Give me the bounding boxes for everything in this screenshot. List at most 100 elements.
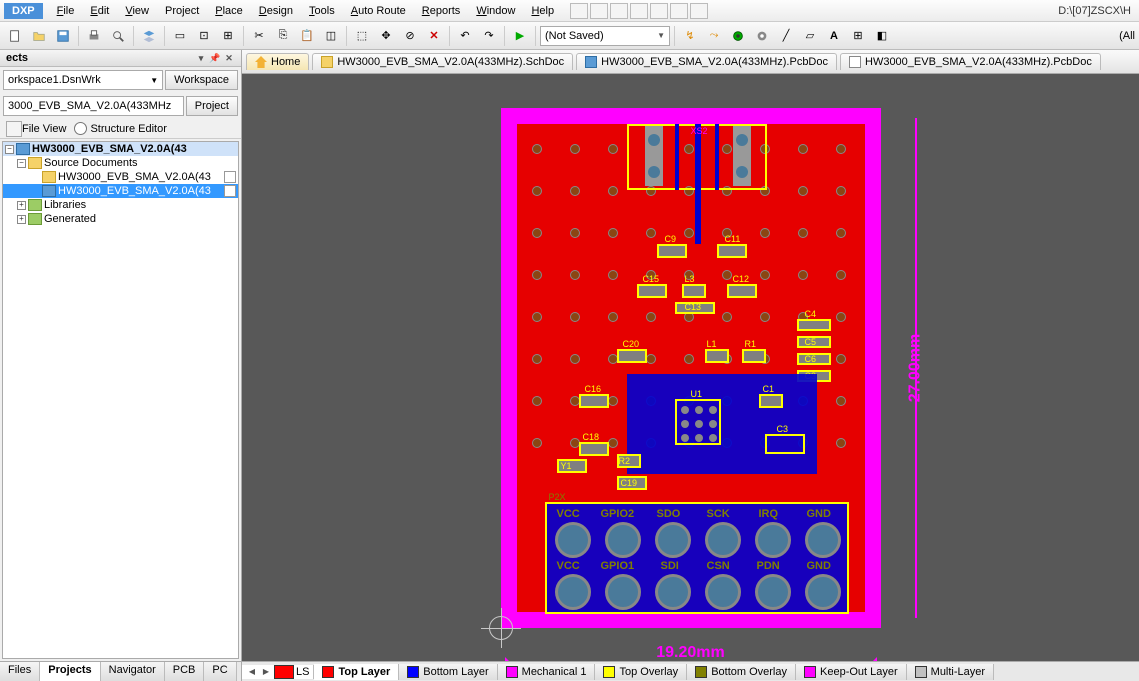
doc-tab-sch[interactable]: HW3000_EVB_SMA_V2.0A(433MHz).SchDoc: [312, 53, 573, 70]
tool-comp[interactable]: ◧: [871, 25, 893, 47]
document-tabs: Home HW3000_EVB_SMA_V2.0A(433MHz).SchDoc…: [242, 50, 1139, 74]
quick-btn-7[interactable]: [690, 3, 708, 19]
workspace-button[interactable]: Workspace: [165, 70, 238, 90]
doc-status-icon: [224, 171, 236, 183]
layer-next-icon[interactable]: ▶: [260, 665, 272, 679]
tab-navigator[interactable]: Navigator: [101, 662, 165, 681]
menu-autoroute[interactable]: Auto Route: [343, 2, 414, 20]
menu-design[interactable]: Design: [251, 2, 301, 20]
layer-tab-bottom[interactable]: Bottom Layer: [399, 664, 497, 680]
tree-source-docs[interactable]: − Source Documents: [3, 156, 238, 170]
doc-status-icon: [224, 185, 236, 197]
panel-pin-icon[interactable]: ▾: [195, 52, 207, 64]
tool-zoom-area[interactable]: ▭: [169, 25, 191, 47]
tool-open[interactable]: [28, 25, 50, 47]
panel-title-text: ects: [6, 52, 28, 64]
tool-deselect[interactable]: ⊘: [399, 25, 421, 47]
tree-project-root[interactable]: − HW3000_EVB_SMA_V2.0A(43: [3, 142, 238, 156]
tool-cut[interactable]: ✂: [248, 25, 270, 47]
panel-title-bar: ects ▾ 📌 ✕: [0, 50, 241, 67]
menu-place[interactable]: Place: [207, 2, 251, 20]
tool-print[interactable]: [83, 25, 105, 47]
tool-route2[interactable]: ⤳: [703, 25, 725, 47]
menu-window[interactable]: Window: [468, 2, 523, 20]
pcb-board: document.write(Array.from({length:8},(_,…: [501, 108, 881, 628]
tool-clear[interactable]: ✕: [423, 25, 445, 47]
tool-preview[interactable]: [107, 25, 129, 47]
doc-tab-home[interactable]: Home: [246, 53, 309, 70]
home-icon: [255, 56, 267, 68]
ls-label: LS: [296, 666, 309, 678]
menubar: DXP File Edit View Project Place Design …: [0, 0, 1139, 22]
radio-structure-editor[interactable]: Structure Editor: [74, 122, 166, 135]
tool-zoom-sel[interactable]: ⊞: [217, 25, 239, 47]
tab-files[interactable]: Files: [0, 662, 40, 681]
file-path: D:\[07]ZSCX\H: [1058, 5, 1135, 17]
layer-tab-botov[interactable]: Bottom Overlay: [687, 664, 796, 680]
doc-tab-pcb2[interactable]: HW3000_EVB_SMA_V2.0A(433MHz).PcbDoc: [840, 53, 1101, 70]
tree-sch-doc[interactable]: HW3000_EVB_SMA_V2.0A(43: [3, 170, 238, 184]
menu-tools[interactable]: Tools: [301, 2, 343, 20]
tool-rubber[interactable]: ◫: [320, 25, 342, 47]
workspace-combo[interactable]: orkspace1.DsnWrk ▼: [3, 70, 163, 90]
layer-tab-top[interactable]: Top Layer: [314, 664, 399, 680]
menu-help[interactable]: Help: [523, 2, 562, 20]
pcb-icon: [585, 56, 597, 68]
menu-quick-icons: [570, 3, 708, 19]
quick-btn-5[interactable]: [650, 3, 668, 19]
tool-paste[interactable]: 📋: [296, 25, 318, 47]
tool-via[interactable]: [727, 25, 749, 47]
menu-view[interactable]: View: [117, 2, 157, 20]
tree-libraries[interactable]: + Libraries: [3, 198, 238, 212]
sch-icon: [321, 56, 333, 68]
app-logo[interactable]: DXP: [4, 3, 43, 19]
tool-route[interactable]: ↯: [679, 25, 701, 47]
tool-move[interactable]: ✥: [375, 25, 397, 47]
quick-btn-1[interactable]: [570, 3, 588, 19]
tool-text[interactable]: A: [823, 25, 845, 47]
tool-poly[interactable]: ▱: [799, 25, 821, 47]
project-button[interactable]: Project: [186, 96, 238, 116]
quick-btn-2[interactable]: [590, 3, 608, 19]
tab-projects[interactable]: Projects: [40, 662, 100, 681]
tool-layers[interactable]: [138, 25, 160, 47]
tool-mode-dropdown[interactable]: (Not Saved) ▼: [540, 26, 670, 46]
layer-tab-multi[interactable]: Multi-Layer: [907, 664, 994, 680]
layer-current-swatch[interactable]: [274, 665, 294, 679]
tab-pcb[interactable]: PCB: [165, 662, 205, 681]
panel-cfg-btn-2[interactable]: [6, 121, 22, 137]
tool-select[interactable]: ⬚: [351, 25, 373, 47]
tool-save[interactable]: [52, 25, 74, 47]
tool-zoom-fit[interactable]: ⊡: [193, 25, 215, 47]
tab-pc[interactable]: PC: [204, 662, 236, 681]
quick-btn-6[interactable]: [670, 3, 688, 19]
layer-tab-topov[interactable]: Top Overlay: [595, 664, 687, 680]
projects-panel: ects ▾ 📌 ✕ orkspace1.DsnWrk ▼ Workspace …: [0, 50, 242, 681]
left-panel-tabs: Files Projects Navigator PCB PC: [0, 661, 241, 681]
panel-close-icon[interactable]: ✕: [223, 52, 235, 64]
tool-run[interactable]: ▶: [509, 25, 531, 47]
doc-tab-pcb1[interactable]: HW3000_EVB_SMA_V2.0A(433MHz).PcbDoc: [576, 53, 837, 70]
menu-project[interactable]: Project: [157, 2, 207, 20]
layer-tab-mech1[interactable]: Mechanical 1: [498, 664, 596, 680]
menu-edit[interactable]: Edit: [82, 2, 117, 20]
tool-line[interactable]: ╱: [775, 25, 797, 47]
tool-undo[interactable]: ↶: [454, 25, 476, 47]
quick-btn-3[interactable]: [610, 3, 628, 19]
menu-file[interactable]: File: [49, 2, 83, 20]
pcb-canvas[interactable]: document.write(Array.from({length:8},(_,…: [242, 74, 1139, 661]
project-combo[interactable]: 3000_EVB_SMA_V2.0A(433MHz: [3, 96, 184, 116]
quick-btn-4[interactable]: [630, 3, 648, 19]
layer-tab-keepout[interactable]: Keep-Out Layer: [796, 664, 907, 680]
tool-new[interactable]: [4, 25, 26, 47]
tool-copy[interactable]: ⎘: [272, 25, 294, 47]
tree-generated[interactable]: + Generated: [3, 212, 238, 226]
tool-array[interactable]: ⊞: [847, 25, 869, 47]
layer-prev-icon[interactable]: ◀: [246, 665, 258, 679]
tool-pad[interactable]: [751, 25, 773, 47]
tree-pcb-doc[interactable]: HW3000_EVB_SMA_V2.0A(43: [3, 184, 238, 198]
tool-redo[interactable]: ↷: [478, 25, 500, 47]
panel-pin2-icon[interactable]: 📌: [209, 52, 221, 64]
menu-reports[interactable]: Reports: [414, 2, 469, 20]
project-tree[interactable]: − HW3000_EVB_SMA_V2.0A(43 − Source Docum…: [2, 141, 239, 659]
